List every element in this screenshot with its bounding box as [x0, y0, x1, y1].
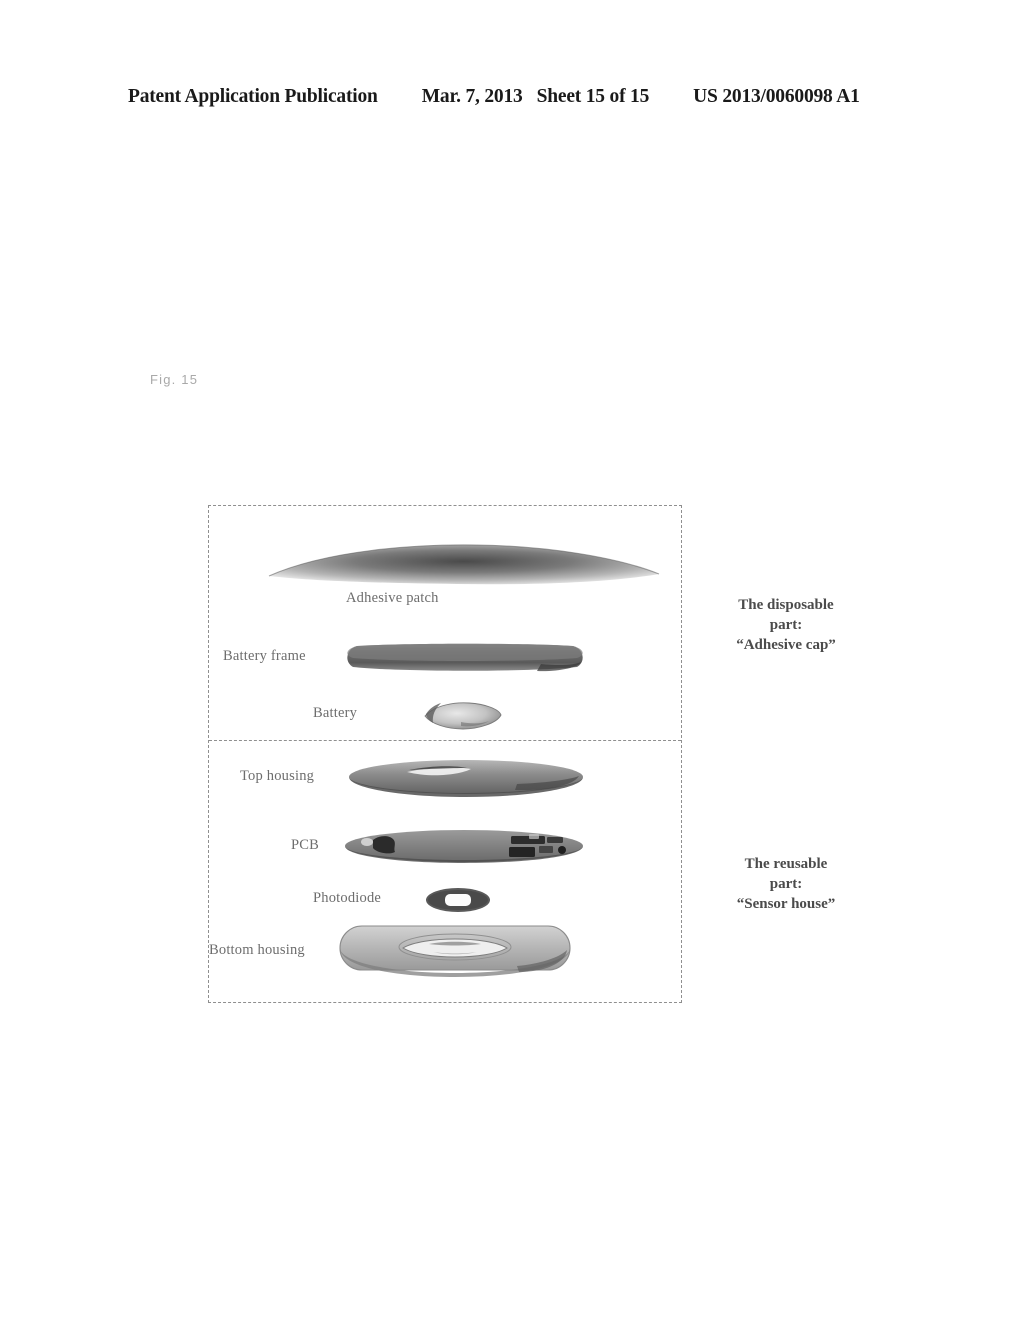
pcb-icon — [343, 828, 585, 866]
caption-reusable-line2: part: — [769, 875, 803, 892]
publication-title: Patent Application Publication — [128, 86, 378, 107]
part-label-battery-frame: Battery frame — [223, 648, 306, 664]
battery-icon — [421, 700, 503, 732]
patent-number: US 2013/0060098 A1 — [693, 86, 860, 107]
sheet-number: Sheet 15 of 15 — [536, 86, 650, 107]
adhesive-patch-icon — [267, 544, 661, 586]
caption-reusable-line3: “Sensor house” — [736, 895, 836, 912]
top-housing-icon — [347, 758, 585, 800]
part-label-adhesive-patch: Adhesive patch — [346, 590, 439, 606]
photodiode-icon — [425, 886, 491, 914]
caption-disposable-line1: The disposable — [738, 597, 834, 613]
publication-date: Mar. 7, 2013 — [421, 86, 523, 107]
caption-disposable-line3: “Adhesive cap” — [736, 636, 836, 653]
caption-disposable-line2: part: — [769, 616, 803, 633]
section-divider — [209, 740, 681, 741]
bottom-housing-icon — [337, 922, 573, 980]
caption-reusable-part: The reusable part: “Sensor house” — [698, 855, 874, 914]
part-label-photodiode: Photodiode — [313, 890, 382, 906]
figure-label: Fig. 15 — [150, 372, 199, 387]
page-header: Patent Application Publication Mar. 7, 2… — [128, 86, 896, 112]
part-label-top-housing: Top housing — [240, 768, 315, 784]
caption-disposable-part: The disposable part: “Adhesive cap” — [698, 596, 874, 655]
part-label-bottom-housing: Bottom housing — [209, 942, 305, 958]
exploded-view-diagram: Adhesive patch Battery frame Battery Top… — [208, 505, 682, 1003]
caption-reusable-line1: The reusable — [744, 856, 828, 872]
part-label-battery: Battery — [313, 705, 358, 721]
part-label-pcb: PCB — [291, 837, 320, 853]
battery-frame-icon — [341, 642, 589, 676]
